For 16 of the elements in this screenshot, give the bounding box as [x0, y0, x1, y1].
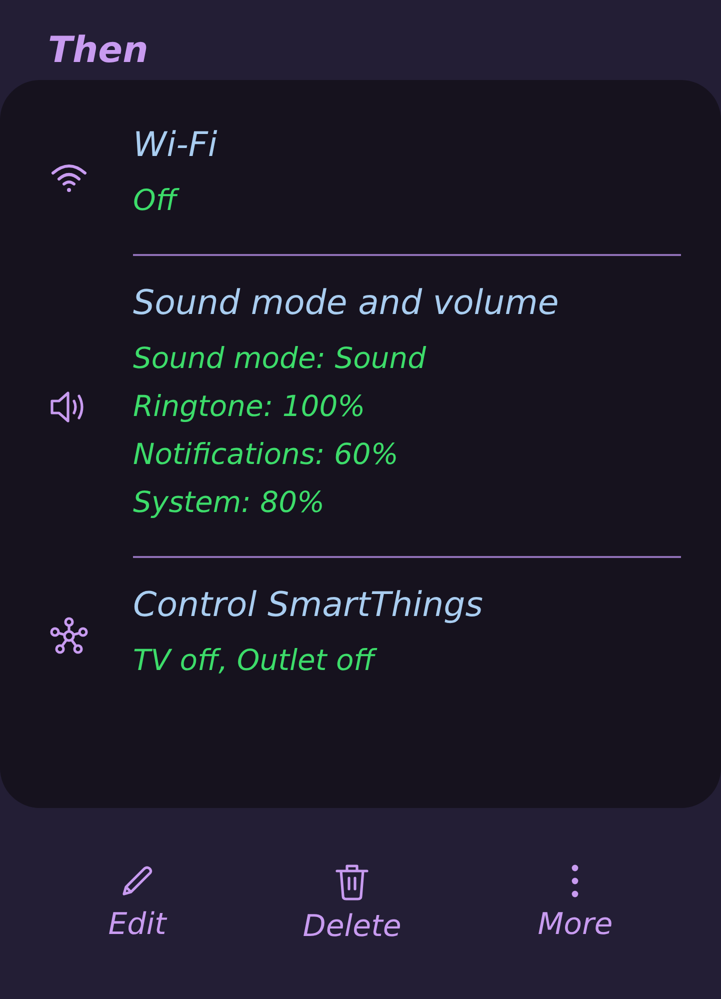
action-detail: System: 80% — [133, 484, 326, 521]
action-detail: Notifications: 60% — [133, 436, 400, 473]
delete-button[interactable]: Delete — [302, 863, 402, 944]
action-title[interactable]: Control SmartThings — [133, 574, 681, 636]
section-heading: Then — [47, 29, 150, 73]
action-detail: Ringtone: 100% — [133, 388, 366, 425]
action-title[interactable]: Sound mode and volume — [133, 272, 681, 334]
action-title[interactable]: Wi-Fi — [133, 114, 681, 176]
action-detail: TV off, Outlet off — [133, 636, 681, 684]
more-icon — [570, 863, 580, 899]
network-nodes-icon — [50, 617, 88, 655]
action-detail: Off — [133, 176, 681, 224]
edit-button[interactable]: Edit — [108, 863, 166, 944]
action-detail: Sound mode: Sound — [133, 340, 428, 377]
trash-icon — [334, 863, 370, 901]
more-button[interactable]: More — [538, 863, 613, 944]
